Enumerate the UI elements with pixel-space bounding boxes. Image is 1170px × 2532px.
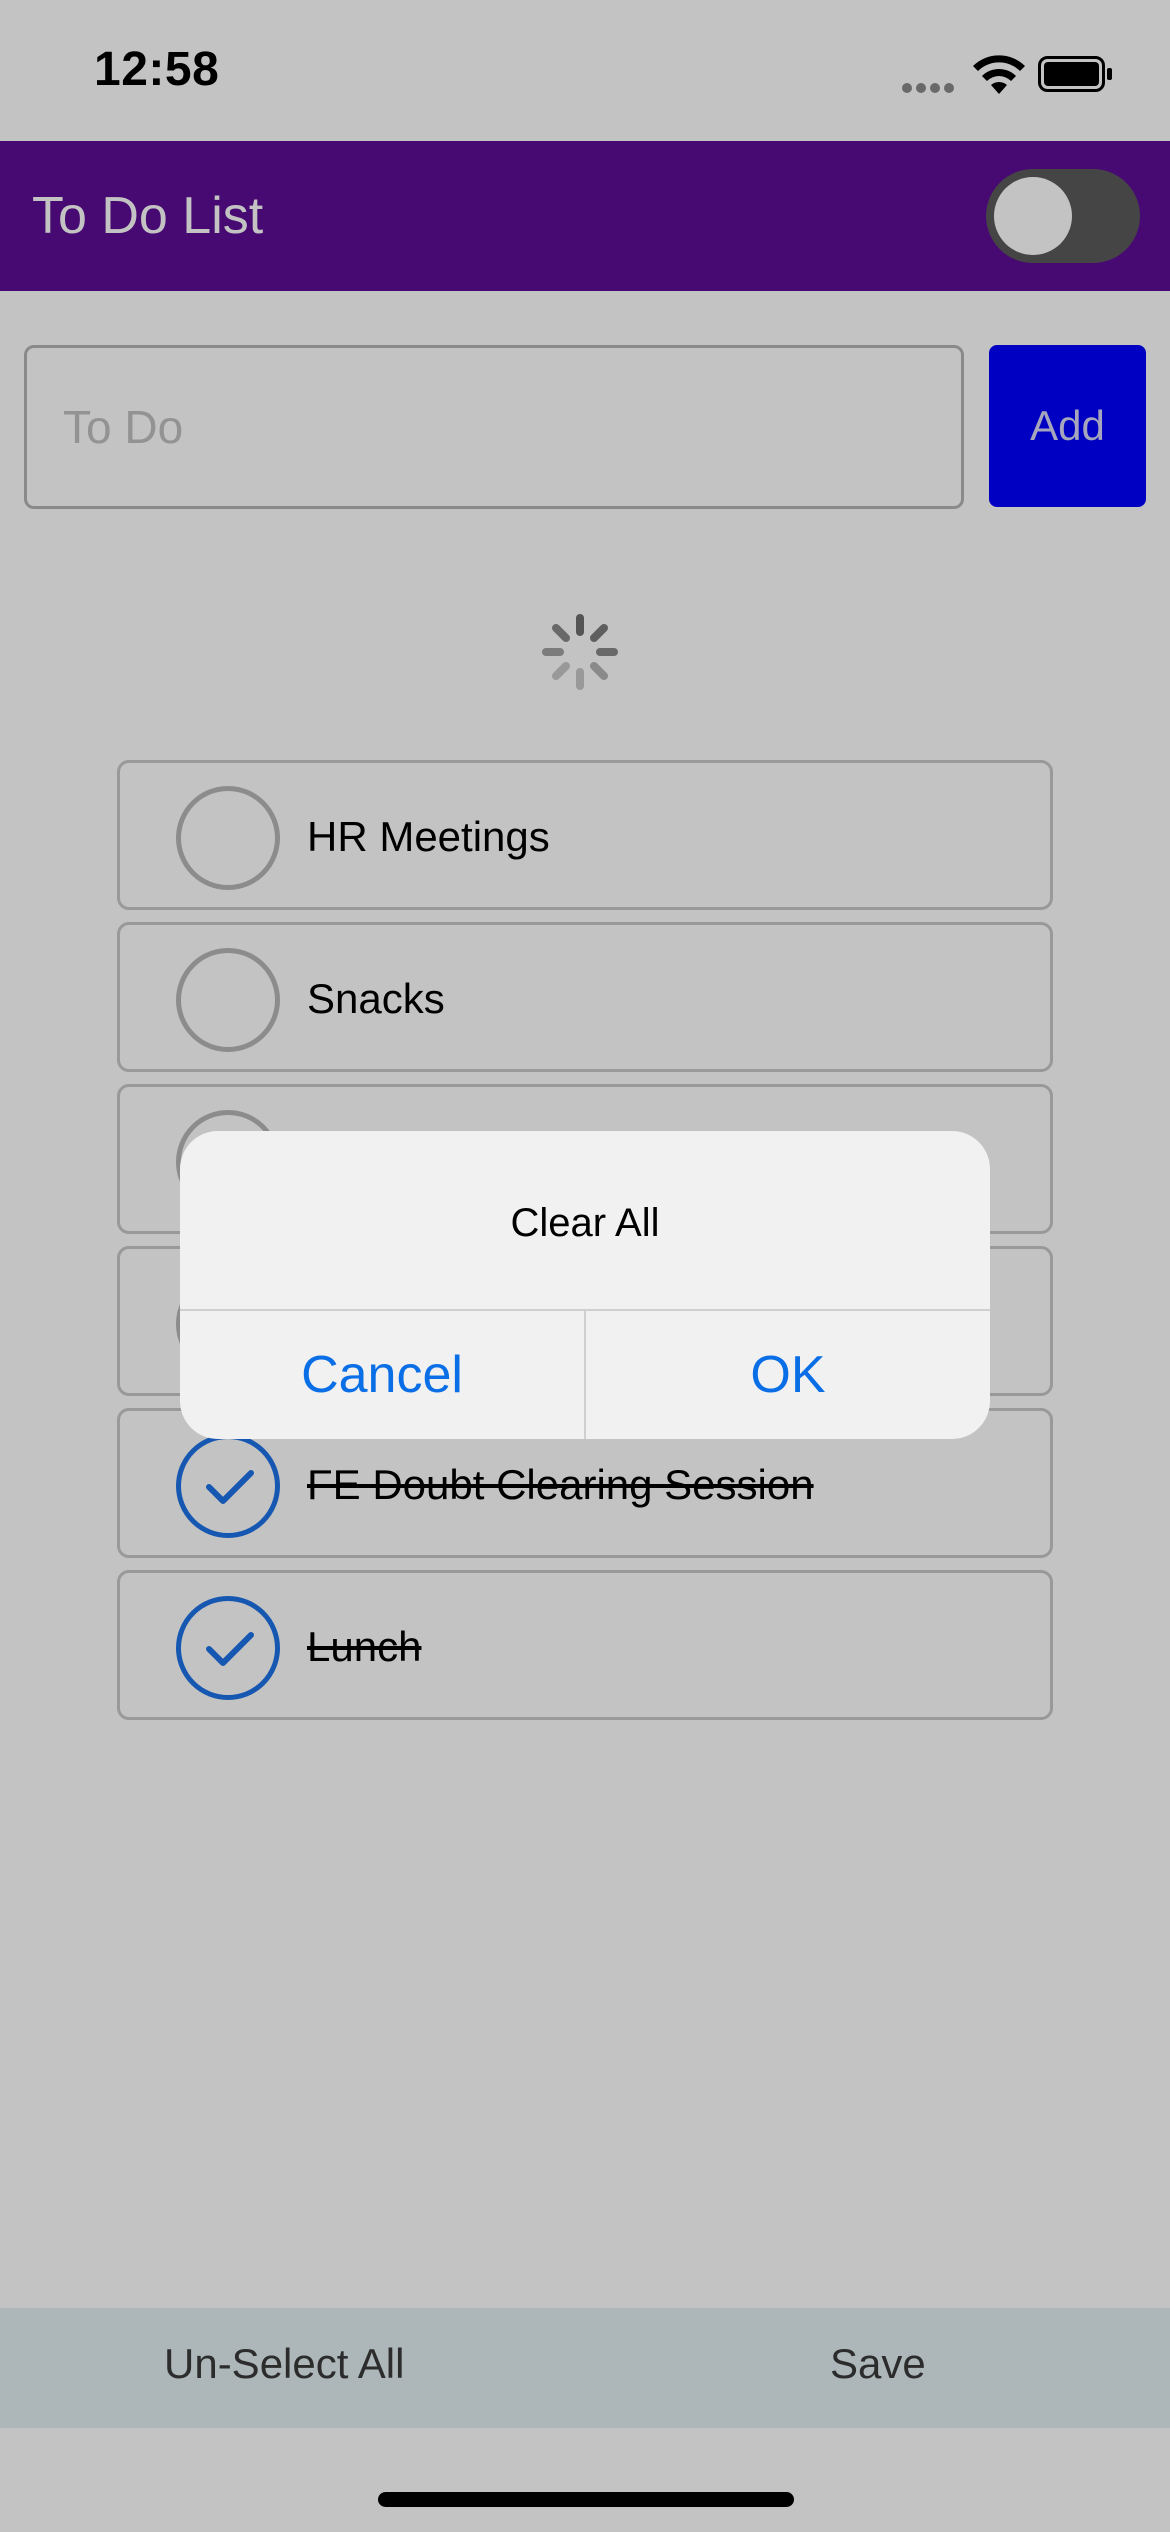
ok-button[interactable]: OK [586,1311,990,1439]
clear-all-dialog: Clear All Cancel OK [180,1131,990,1439]
cancel-button[interactable]: Cancel [180,1311,584,1439]
dialog-title: Clear All [510,1201,660,1245]
